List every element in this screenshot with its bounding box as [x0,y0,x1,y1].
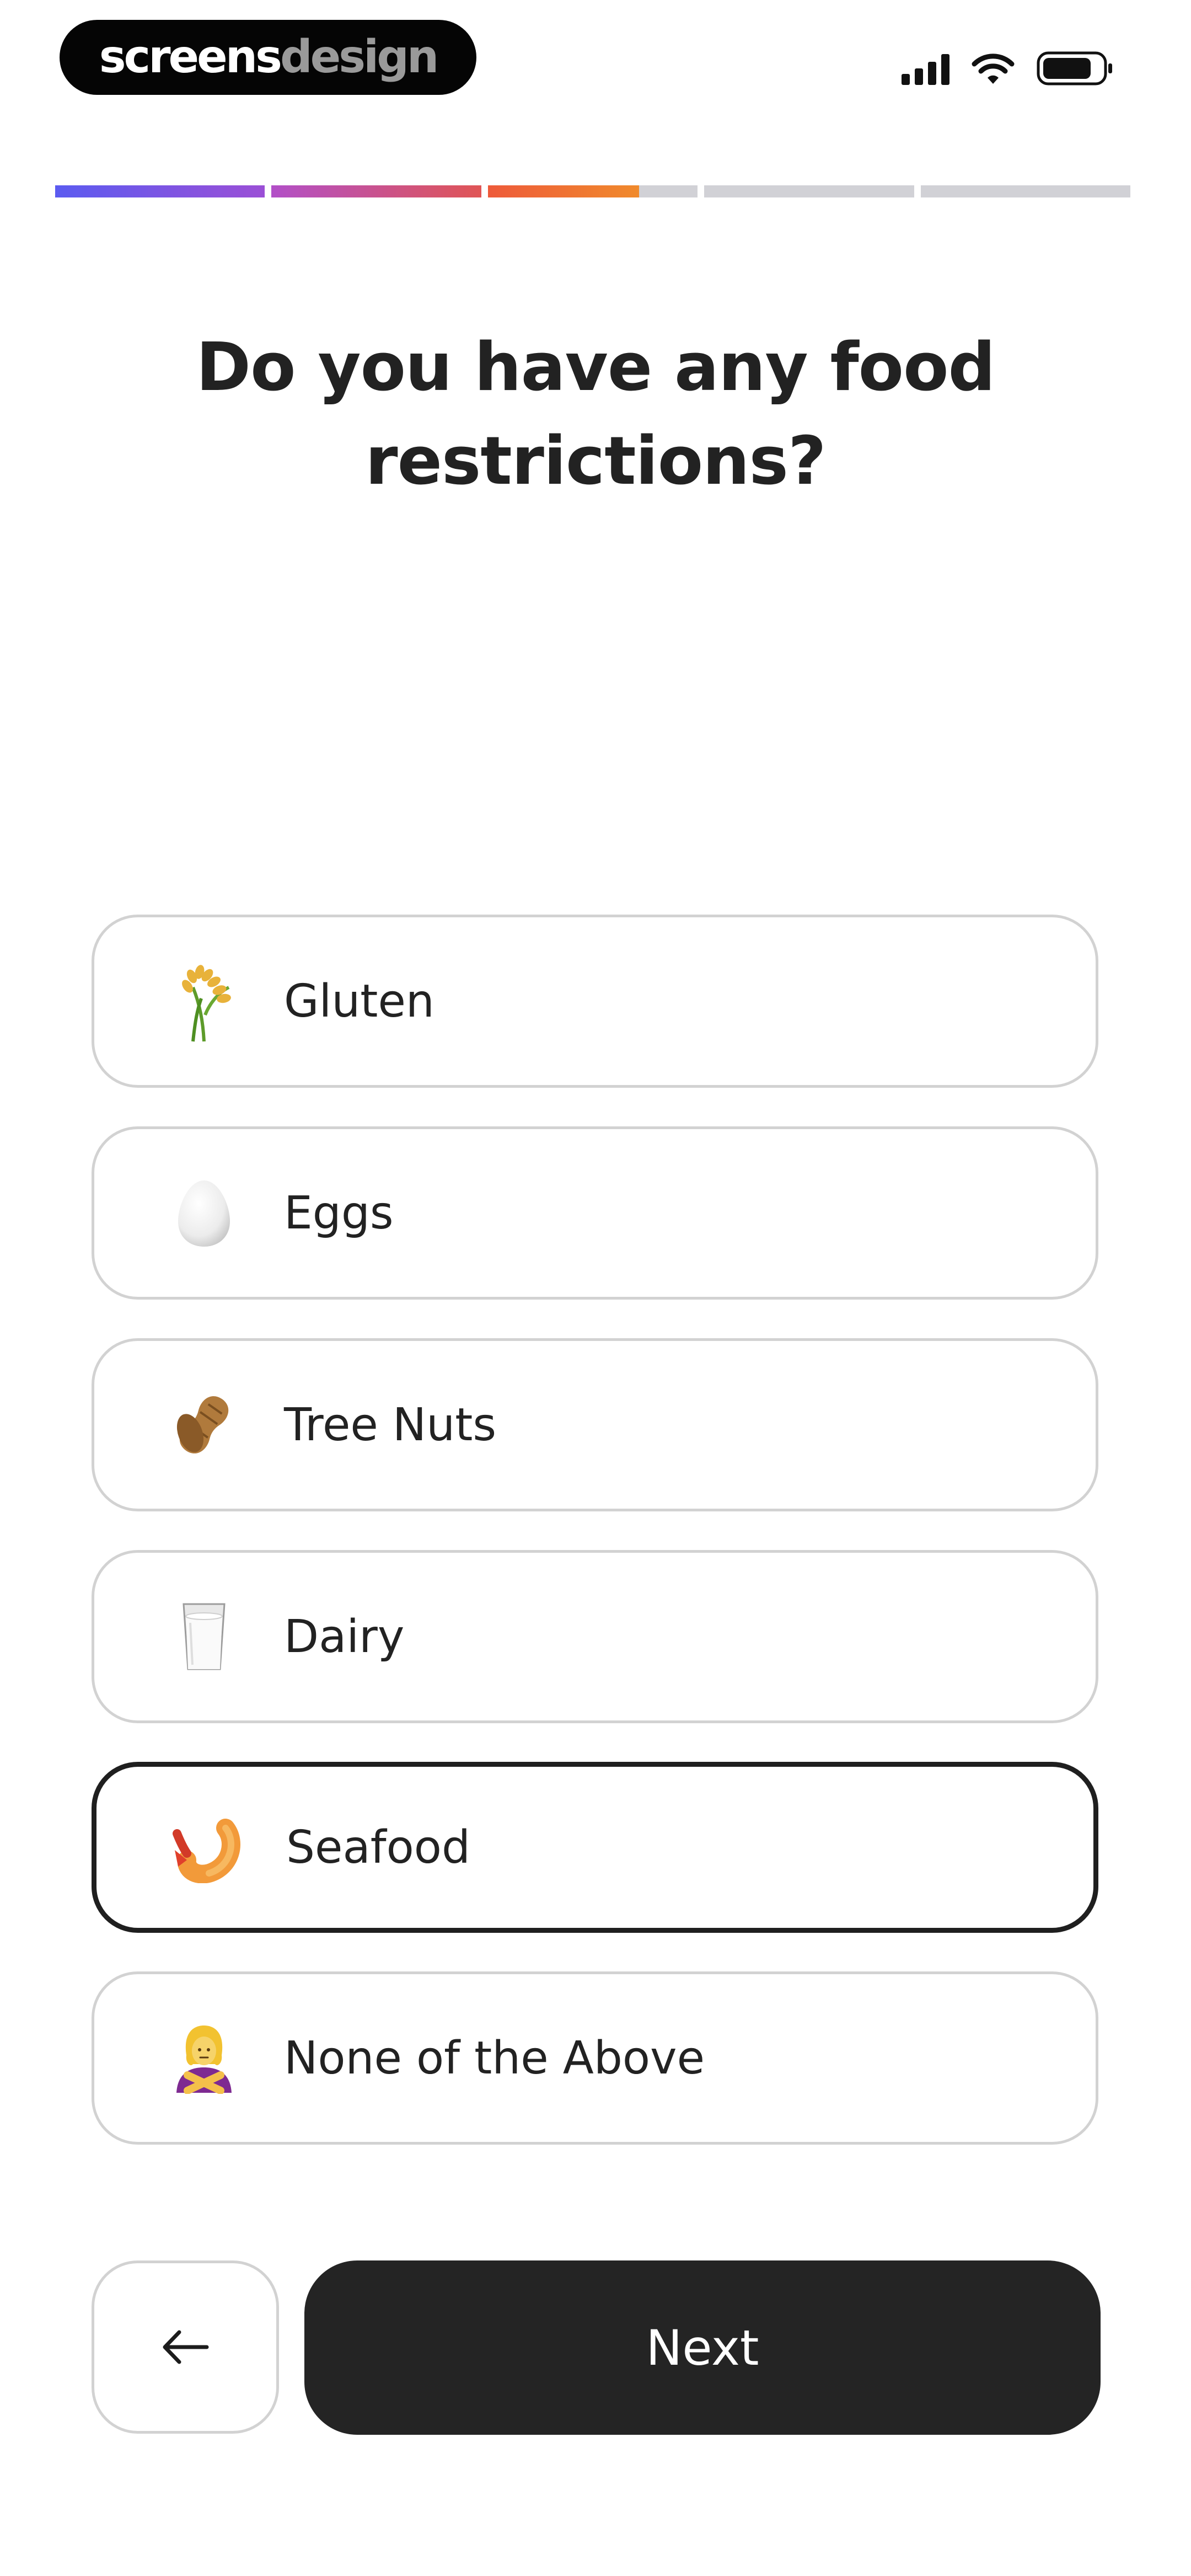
option-label: Dairy [284,1610,405,1663]
wifi-icon [972,54,1015,84]
next-button-label: Next [646,2319,759,2376]
shrimp-icon [160,1802,252,1893]
option-seafood[interactable]: Seafood [92,1762,1098,1933]
option-eggs[interactable]: Eggs [92,1126,1098,1300]
brand-text-secondary: design [280,31,439,83]
progress-segment [920,185,1131,197]
progress-segment [55,185,265,197]
back-button[interactable] [92,2260,279,2434]
option-gluten[interactable]: Gluten [92,915,1098,1088]
options-list: Gluten Eggs Tree Nuts Dairy Seafood None… [92,915,1098,2183]
option-tree-nuts[interactable]: Tree Nuts [92,1338,1098,1511]
option-label: Eggs [284,1187,394,1239]
peanut-icon [158,1379,250,1471]
progress-segment [704,185,914,197]
option-label: Gluten [284,975,434,1028]
onboarding-screen: screens design Do you have any food restr… [0,0,1191,2576]
status-bar [902,46,1114,90]
person-gesturing-no-icon [158,2012,250,2104]
option-label: Seafood [286,1821,471,1874]
egg-icon [158,1167,250,1259]
arrow-left-icon [163,2330,209,2364]
option-none-of-the-above[interactable]: None of the Above [92,1971,1098,2145]
option-label: None of the Above [284,2032,705,2085]
brand-logo: screens design [60,20,476,95]
option-label: Tree Nuts [284,1398,497,1451]
option-dairy[interactable]: Dairy [92,1550,1098,1723]
milk-glass-icon [158,1591,250,1682]
question-title: Do you have any food restrictions? [110,321,1081,509]
battery-icon [1037,51,1112,85]
brand-text-primary: screens [99,31,282,83]
progress-segment [271,185,481,197]
next-button[interactable]: Next [304,2260,1101,2435]
cellular-signal-icon [902,52,949,85]
rice-plant-icon [158,955,250,1047]
progress-segment [487,185,698,197]
question-line-2: restrictions? [365,423,826,500]
question-line-1: Do you have any food [196,329,996,406]
progress-bar [55,185,1131,197]
